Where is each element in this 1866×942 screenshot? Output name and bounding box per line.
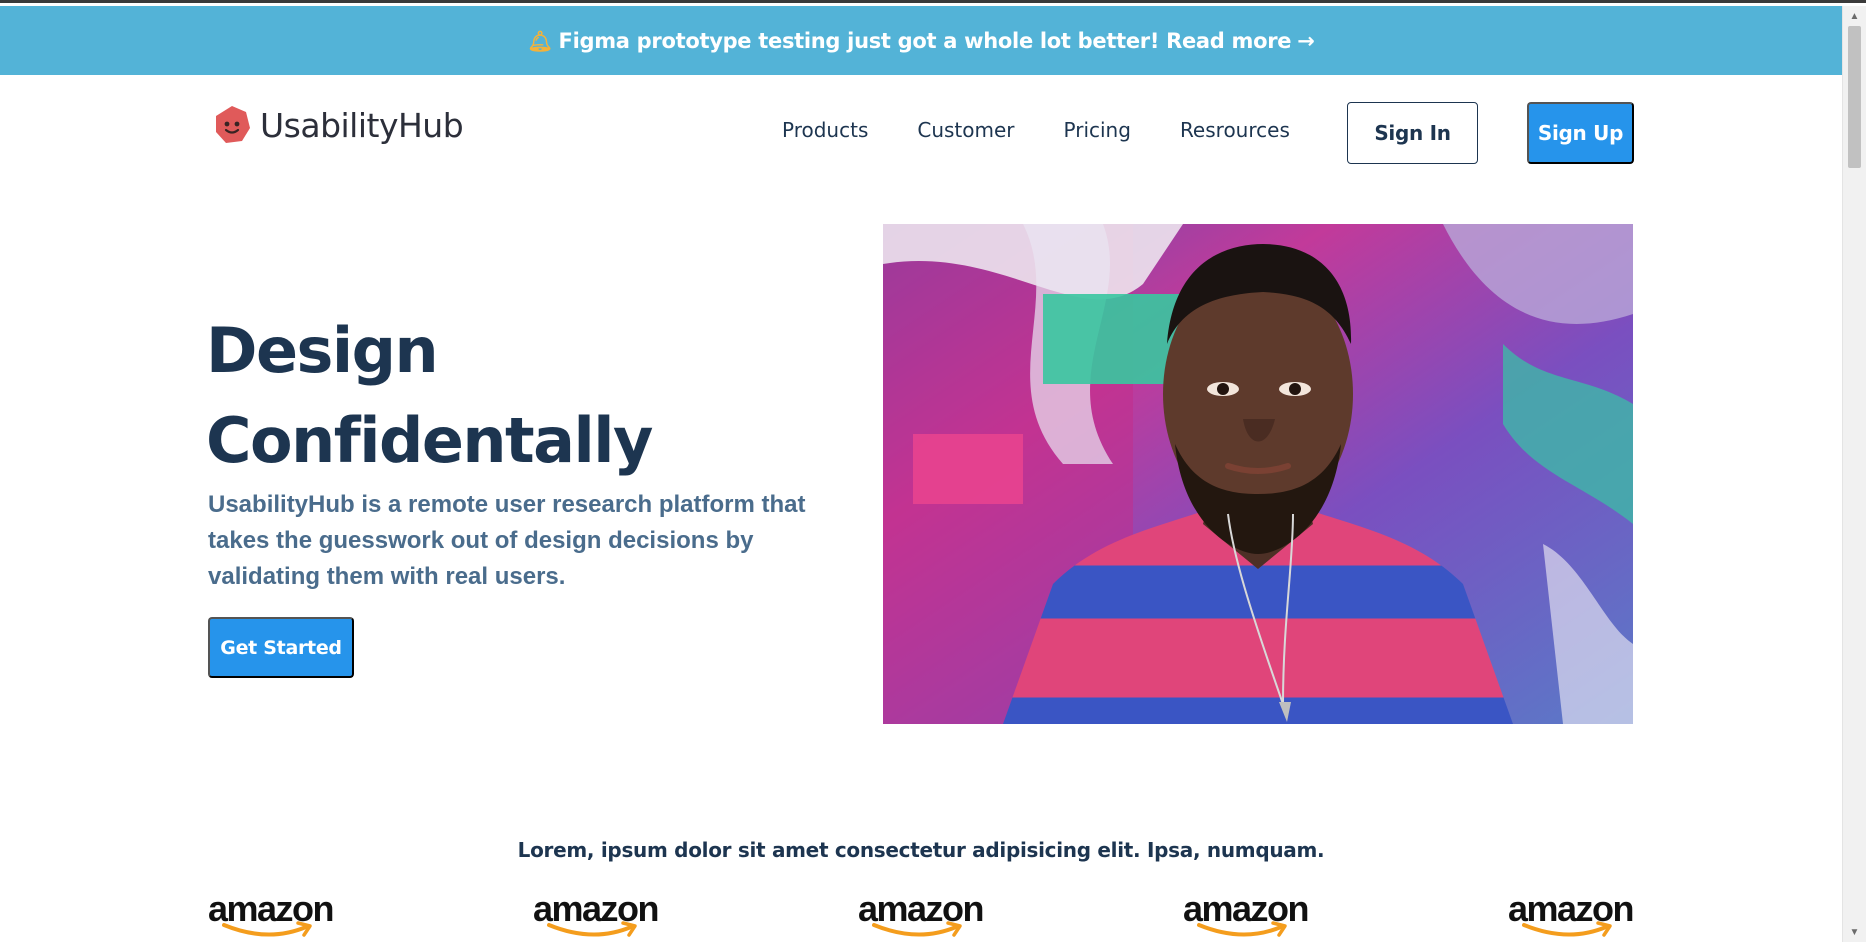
- sign-in-button[interactable]: Sign In: [1347, 102, 1478, 164]
- hero-title-line-1: Design: [206, 314, 439, 387]
- hero-title: Design Confidentally: [206, 306, 653, 486]
- announcement-banner[interactable]: 🔔︎ Figma prototype testing just got a wh…: [0, 6, 1842, 75]
- client-logo-amazon: amazon: [208, 891, 335, 942]
- client-logo-amazon: amazon: [533, 891, 660, 942]
- amazon-smile-icon: [872, 921, 962, 937]
- client-logos: amazon amazon amazon amazon amazon: [208, 891, 1635, 942]
- nav-pricing[interactable]: Pricing: [1064, 118, 1131, 142]
- amazon-smile-icon: [222, 921, 312, 937]
- scroll-up-arrow-icon[interactable]: ▲: [1843, 6, 1866, 26]
- hero-subtitle: UsabilityHub is a remote user research p…: [208, 491, 806, 590]
- brand-name: UsabilityHub: [260, 105, 464, 145]
- scrollbar-thumb[interactable]: [1848, 26, 1861, 168]
- client-logo-amazon: amazon: [1183, 891, 1310, 942]
- main-nav: Products Customer Pricing Resrources: [782, 118, 1339, 142]
- amazon-smile-icon: [1522, 921, 1612, 937]
- client-logo-amazon: amazon: [1508, 891, 1635, 942]
- hero-title-line-2: Confidentally: [206, 404, 653, 477]
- client-logo-amazon: amazon: [858, 891, 985, 942]
- amazon-smile-icon: [1197, 921, 1287, 937]
- brand-logo[interactable]: UsabilityHub: [212, 104, 464, 146]
- scroll-down-arrow-icon[interactable]: ▼: [1843, 922, 1866, 942]
- nav-products[interactable]: Products: [782, 118, 868, 142]
- page: 🔔︎ Figma prototype testing just got a wh…: [0, 6, 1842, 942]
- nav-resources[interactable]: Resrources: [1180, 118, 1290, 142]
- nav-customer[interactable]: Customer: [917, 118, 1014, 142]
- sign-up-button[interactable]: Sign Up: [1527, 102, 1634, 164]
- usabilityhub-logo-icon: [216, 106, 250, 143]
- page-scrollbar[interactable]: ▲ ▼: [1842, 6, 1866, 942]
- arrow-right-icon: →: [1297, 28, 1315, 53]
- announcement-text[interactable]: Figma prototype testing just got a whole…: [559, 29, 1292, 53]
- amazon-smile-icon: [547, 921, 637, 937]
- bell-icon: 🔔︎: [527, 28, 553, 53]
- get-started-button[interactable]: Get Started: [208, 617, 354, 678]
- hero-portrait-image: [883, 224, 1633, 724]
- clients-tagline: Lorem, ipsum dolor sit amet consectetur …: [517, 838, 1325, 862]
